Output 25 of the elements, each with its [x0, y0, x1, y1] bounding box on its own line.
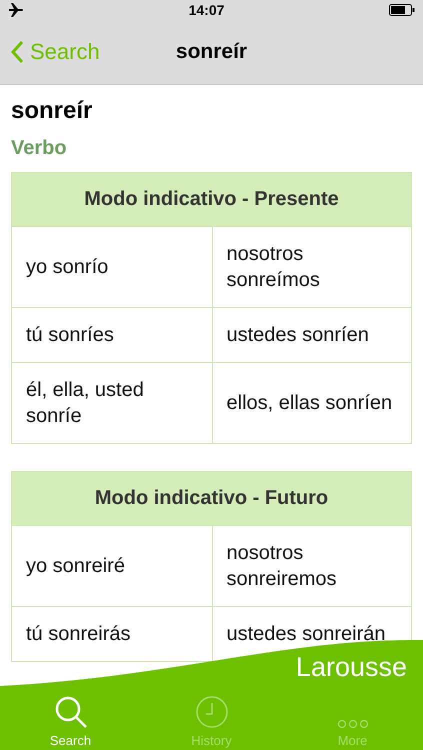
table-cell-text: yo sonreiré	[25, 554, 126, 579]
table-header: Modo indicativo - Presente	[12, 173, 411, 226]
table-cell-text: él, ella, usted sonríe	[25, 378, 145, 429]
table-cell: nosotros sonreímos	[212, 227, 411, 307]
entry-word: sonreír	[11, 97, 94, 125]
airplane-icon	[8, 3, 24, 17]
nav-title: sonreír	[176, 40, 248, 64]
word-category: Verbo	[11, 137, 68, 160]
battery-icon	[389, 4, 415, 16]
status-time: 14:07	[188, 2, 224, 18]
table-cell: ustedes sonríen	[212, 308, 411, 362]
chevron-icon	[10, 40, 24, 64]
back-button[interactable]: Search	[0, 39, 100, 65]
more-icon	[336, 719, 370, 729]
table-cell: ellos, ellas sonríen	[212, 363, 411, 443]
table-cell: nosotros sonreiremos	[212, 526, 411, 606]
table-cell-text: yo sonrío	[25, 255, 110, 280]
table-header: Modo indicativo - Futuro	[12, 472, 411, 525]
table-cell-text: tú sonreirás	[25, 622, 132, 647]
clock-icon	[194, 695, 228, 729]
tab-item[interactable]: History	[141, 685, 282, 750]
tab-item[interactable]: More	[282, 685, 423, 750]
search-icon	[54, 695, 88, 729]
tab-item[interactable]: Search	[0, 685, 141, 750]
table-cell-text: tú sonríes	[25, 323, 115, 348]
